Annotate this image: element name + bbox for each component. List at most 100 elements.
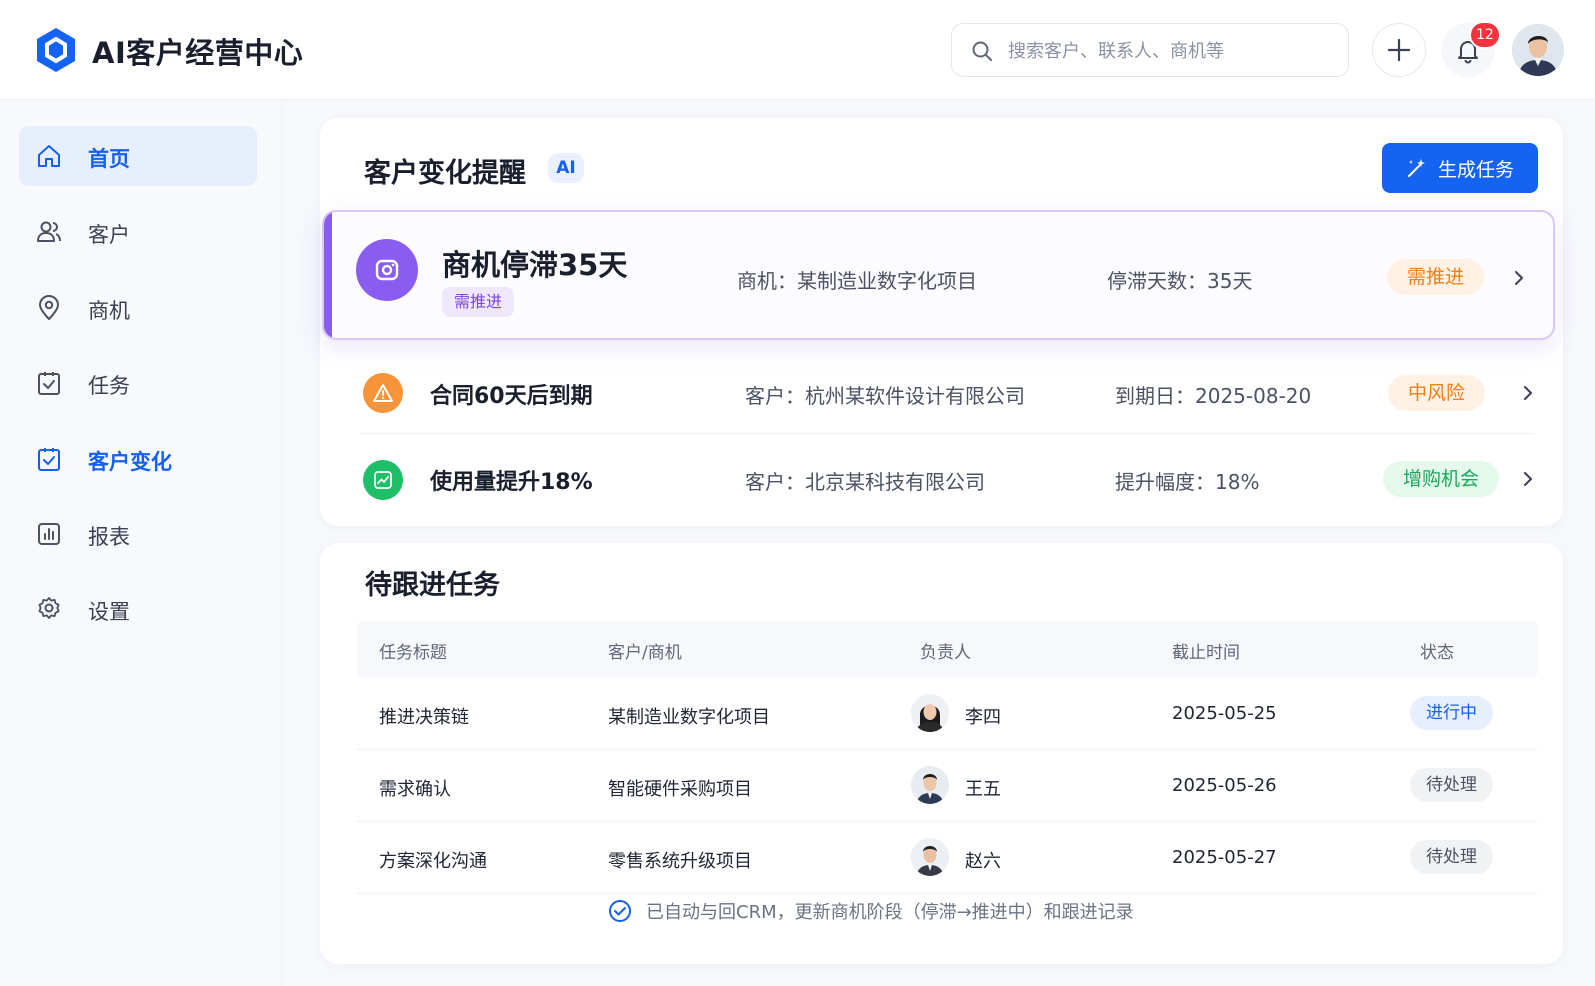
alerts-card-title: 客户变化提醒 <box>364 158 526 189</box>
chevron-right-icon[interactable] <box>1519 383 1537 403</box>
alert-tag-upsell: 增购机会 <box>1383 461 1500 497</box>
bar-chart-icon <box>38 523 60 545</box>
add-button[interactable] <box>1372 23 1426 77</box>
alert-item-contract-expiry[interactable]: 合同60天后到期 客户：杭州某软件设计有限公司 到期日：2025-08-20 中… <box>320 353 1563 433</box>
owner-avatar <box>911 766 949 804</box>
alert-title: 使用量提升18% <box>430 470 593 495</box>
alert-item-usage-increase[interactable]: 使用量提升18% 客户：北京某科技有限公司 提升幅度：18% 增购机会 <box>320 440 1563 520</box>
alert-subtag: 需推进 <box>442 287 515 317</box>
alert-item-stalled-opportunity[interactable]: 商机停滞35天 需推进 商机：某制造业数字化项目 停滞天数：35天 需推进 <box>322 210 1555 340</box>
alert-customer: 客户：杭州某软件设计有限公司 <box>745 384 1025 408</box>
generate-task-button[interactable]: 生成任务 <box>1382 143 1538 193</box>
table-row[interactable]: 方案深化沟通 零售系统升级项目 赵六 2025-05-27 待处理 <box>357 822 1538 894</box>
search-box[interactable] <box>951 23 1349 77</box>
task-deadline: 2025-05-25 <box>1172 703 1277 724</box>
notification-badge: 12 <box>1469 21 1501 49</box>
alert-icon-wrap <box>363 373 403 413</box>
status-badge: 进行中 <box>1410 696 1493 730</box>
sidebar-item-label: 客户 <box>88 223 130 247</box>
alert-title: 商机停滞35天 <box>442 248 628 282</box>
gear-icon <box>38 597 60 619</box>
column-header-status: 状态 <box>1420 643 1454 663</box>
camera-icon <box>375 259 399 281</box>
column-header-owner: 负责人 <box>920 643 971 663</box>
avatar-icon <box>911 838 949 876</box>
clipboard-check-icon <box>38 448 60 471</box>
task-project: 零售系统升级项目 <box>608 851 752 872</box>
avatar-icon <box>911 694 949 732</box>
sidebar-item-tasks[interactable]: 任务 <box>19 353 257 413</box>
table-row[interactable]: 需求确认 智能硬件采购项目 王五 2025-05-26 待处理 <box>357 750 1538 822</box>
sync-footnote-text: 已自动与回CRM，更新商机阶段（停滞→推进中）和跟进记录 <box>646 902 1134 923</box>
status-badge: 待处理 <box>1410 840 1493 874</box>
sidebar-item-opportunities[interactable]: 商机 <box>19 278 257 338</box>
table-row[interactable]: 推进决策链 某制造业数字化项目 李四 2025-05-25 进行中 <box>357 678 1538 750</box>
sidebar-item-customer-changes[interactable]: 客户变化 <box>19 429 257 489</box>
task-title: 推进决策链 <box>379 707 469 728</box>
magic-wand-icon <box>1407 159 1425 177</box>
home-icon <box>38 145 60 167</box>
task-owner: 王五 <box>965 779 1001 800</box>
chevron-right-icon[interactable] <box>1519 469 1537 489</box>
status-badge: 待处理 <box>1410 768 1493 802</box>
task-owner: 赵六 <box>965 851 1001 872</box>
avatar-icon <box>1512 24 1564 76</box>
alert-opportunity: 商机：某制造业数字化项目 <box>737 269 977 293</box>
alert-stalled-days: 停滞天数：35天 <box>1107 269 1253 293</box>
warning-icon <box>373 384 393 402</box>
logo-icon <box>37 28 75 72</box>
trend-up-icon <box>374 471 392 489</box>
alert-tag-medium-risk: 中风险 <box>1388 375 1486 411</box>
search-icon <box>972 41 992 61</box>
ai-badge: AI <box>548 153 584 183</box>
sidebar-item-settings[interactable]: 设置 <box>19 579 257 639</box>
alert-divider <box>360 433 1534 434</box>
task-deadline: 2025-05-26 <box>1172 775 1277 796</box>
location-pin-icon <box>39 295 59 320</box>
sidebar-item-home[interactable]: 首页 <box>19 126 257 186</box>
column-header-deadline: 截止时间 <box>1172 643 1240 663</box>
alert-customer: 客户：北京某科技有限公司 <box>745 470 985 494</box>
sidebar-item-customers[interactable]: 客户 <box>19 202 257 262</box>
clipboard-check-icon <box>38 372 60 395</box>
sidebar-item-label: 客户变化 <box>88 450 172 474</box>
tasks-card-title: 待跟进任务 <box>365 570 500 601</box>
column-header-task: 任务标题 <box>379 643 447 663</box>
sidebar-item-label: 首页 <box>88 147 130 171</box>
owner-avatar <box>911 838 949 876</box>
users-icon <box>37 221 61 242</box>
pending-tasks-card: 待跟进任务 任务标题 客户/商机 负责人 截止时间 状态 推进决策链 某制造业数… <box>320 543 1563 964</box>
check-circle-icon <box>609 900 631 922</box>
task-title: 方案深化沟通 <box>379 851 487 872</box>
avatar-icon <box>911 766 949 804</box>
customer-alerts-card: 客户变化提醒 AI 生成任务 商机停滞35天 需推进 商机：某制造业数字化项目 … <box>320 118 1563 526</box>
sidebar: 首页 客户 商机 任务 客户变化 报表 设置 <box>0 100 282 986</box>
chevron-right-icon[interactable] <box>1510 268 1528 288</box>
top-header: AI客户经营中心 12 <box>0 0 1595 100</box>
owner-avatar <box>911 694 949 732</box>
alert-tag-needs-push: 需推进 <box>1387 259 1485 295</box>
alert-icon-wrap <box>356 239 418 301</box>
column-header-customer: 客户/商机 <box>608 643 682 663</box>
alert-increase-rate: 提升幅度：18% <box>1115 470 1260 494</box>
task-project: 某制造业数字化项目 <box>608 707 770 728</box>
task-project: 智能硬件采购项目 <box>608 779 752 800</box>
task-owner: 李四 <box>965 707 1001 728</box>
alert-title: 合同60天后到期 <box>430 384 593 409</box>
sidebar-item-label: 报表 <box>88 525 130 549</box>
table-header: 任务标题 客户/商机 负责人 截止时间 状态 <box>357 621 1538 677</box>
task-deadline: 2025-05-27 <box>1172 847 1277 868</box>
sidebar-item-label: 任务 <box>88 374 130 398</box>
search-input[interactable] <box>1008 37 1328 65</box>
sidebar-item-label: 商机 <box>88 299 130 323</box>
sync-footnote: 已自动与回CRM，更新商机阶段（停滞→推进中）和跟进记录 <box>608 896 1134 926</box>
sidebar-item-reports[interactable]: 报表 <box>19 504 257 564</box>
alert-icon-wrap <box>363 460 403 500</box>
app-title: AI客户经营中心 <box>92 36 304 70</box>
sidebar-item-label: 设置 <box>88 600 130 624</box>
user-avatar[interactable] <box>1512 24 1564 76</box>
generate-task-label: 生成任务 <box>1437 158 1514 181</box>
alert-expiry-date: 到期日：2025-08-20 <box>1115 384 1312 408</box>
task-title: 需求确认 <box>379 779 451 800</box>
plus-icon <box>1387 38 1411 62</box>
